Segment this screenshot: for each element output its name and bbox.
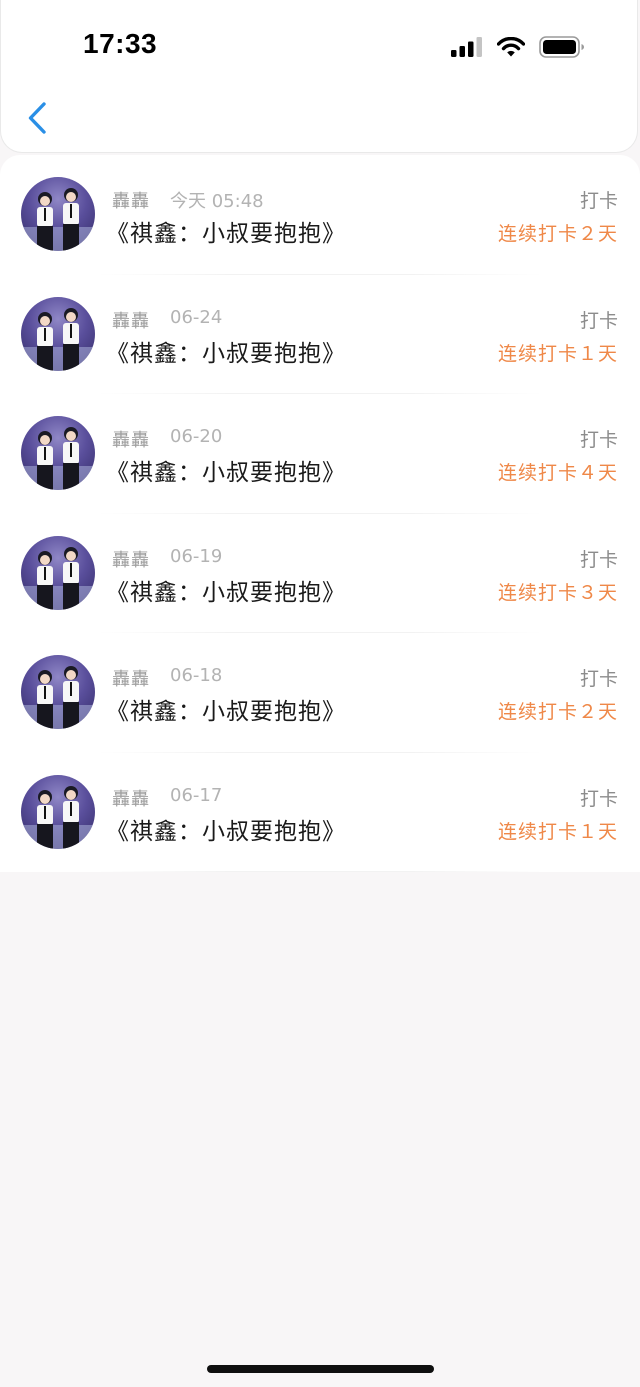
avatar[interactable] [21, 296, 95, 371]
post-time: 06-20 [170, 426, 223, 447]
work-title[interactable]: 《祺鑫：小叔要抱抱》 [106, 214, 346, 248]
post-time: 06-18 [170, 665, 223, 686]
streak-label: 连续打卡１天 [497, 820, 618, 843]
work-title[interactable]: 《祺鑫：小叔要抱抱》 [106, 692, 346, 726]
action-label: 打卡 [579, 787, 618, 810]
action-label: 打卡 [579, 190, 618, 212]
top-bar: 17:33 [0, 0, 638, 153]
avatar[interactable] [21, 535, 95, 610]
list-item[interactable]: 轟轟 06-18 《祺鑫：小叔要抱抱》 打卡 连续打卡２天 [0, 633, 640, 753]
user-name[interactable]: 轟轟 [112, 426, 150, 452]
check-in-list: 轟轟 今天 05:48 《祺鑫：小叔要抱抱》 打卡 连续打卡２天 轟轟 06-2… [0, 155, 640, 872]
work-title[interactable]: 《祺鑫：小叔要抱抱》 [106, 334, 346, 368]
list-item[interactable]: 轟轟 今天 05:48 《祺鑫：小叔要抱抱》 打卡 连续打卡２天 [0, 155, 640, 275]
battery-icon [539, 36, 585, 62]
work-title[interactable]: 《祺鑫：小叔要抱抱》 [106, 812, 346, 846]
action-label: 打卡 [579, 429, 618, 451]
streak-label: 连续打卡４天 [497, 462, 618, 484]
user-name[interactable]: 轟轟 [112, 546, 150, 572]
work-title[interactable]: 《祺鑫：小叔要抱抱》 [106, 453, 346, 487]
status-bar-icons [451, 36, 585, 62]
avatar[interactable] [21, 655, 95, 729]
streak-label: 连续打卡１天 [497, 342, 618, 365]
list-item[interactable]: 轟轟 06-20 《祺鑫：小叔要抱抱》 打卡 连续打卡４天 [0, 394, 640, 514]
list-item[interactable]: 轟轟 06-17 《祺鑫：小叔要抱抱》 打卡 连续打卡１天 [0, 753, 640, 873]
cellular-signal-icon [451, 37, 483, 61]
action-label: 打卡 [579, 668, 618, 690]
work-title[interactable]: 《祺鑫：小叔要抱抱》 [106, 573, 346, 607]
streak-label: 连续打卡２天 [497, 701, 618, 723]
post-time: 今天 05:48 [170, 191, 264, 212]
streak-label: 连续打卡３天 [497, 581, 618, 604]
action-label: 打卡 [579, 548, 618, 571]
post-time: 06-19 [170, 545, 223, 567]
back-button[interactable] [23, 100, 51, 140]
user-name[interactable]: 轟轟 [112, 785, 150, 811]
user-name[interactable]: 轟轟 [112, 307, 150, 333]
avatar[interactable] [21, 416, 95, 490]
streak-label: 连续打卡２天 [497, 223, 618, 245]
chevron-left-icon [26, 101, 48, 139]
avatar[interactable] [21, 177, 95, 251]
user-name[interactable]: 轟轟 [112, 665, 150, 691]
wifi-icon [496, 36, 526, 61]
home-indicator[interactable] [207, 1365, 434, 1373]
post-time: 06-24 [170, 306, 223, 328]
post-time: 06-17 [170, 784, 223, 806]
list-item[interactable]: 轟轟 06-24 《祺鑫：小叔要抱抱》 打卡 连续打卡１天 [0, 275, 640, 395]
status-bar-time: 17:33 [83, 28, 158, 59]
avatar[interactable] [21, 774, 95, 849]
list-item[interactable]: 轟轟 06-19 《祺鑫：小叔要抱抱》 打卡 连续打卡３天 [0, 514, 640, 634]
action-label: 打卡 [579, 309, 618, 332]
user-name[interactable]: 轟轟 [112, 187, 150, 213]
